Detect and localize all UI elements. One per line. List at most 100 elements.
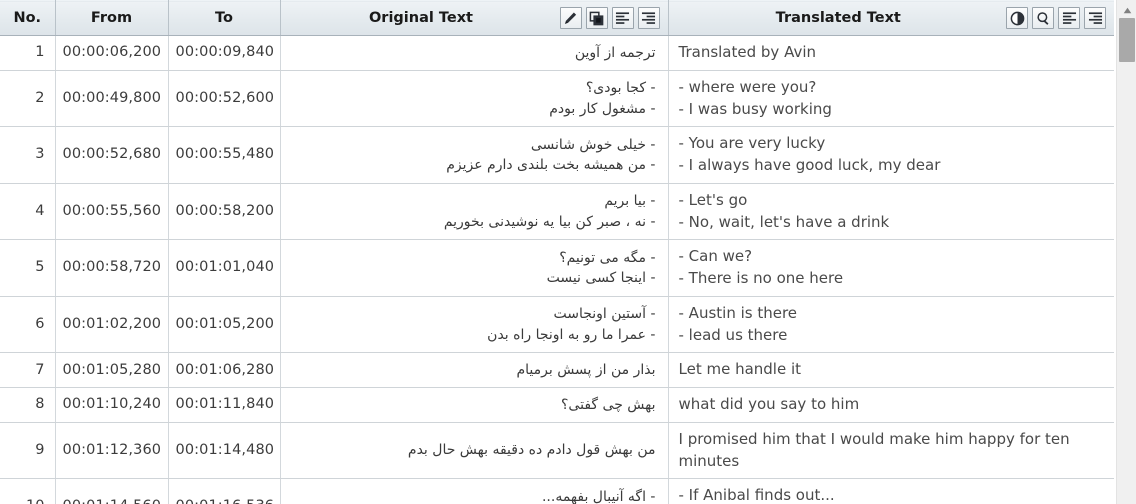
text-line: من بهش قول دادم ده دقیقه بهش حال بدم [407,442,656,459]
scrollbar-thumb[interactable] [1119,18,1135,62]
cell-translated-text[interactable]: - Austin is there - lead us there [668,296,1114,354]
cell-to[interactable]: 00:00:09,840 [168,35,281,71]
text-line: - نه ، صبر کن بیا یه نوشیدنی بخوریم [443,213,656,230]
cell-translated-text[interactable]: Let me handle it [668,352,1114,388]
cell-no[interactable]: 9 [0,422,56,480]
cell-no[interactable]: 6 [0,296,56,354]
cell-to[interactable]: 00:00:52,600 [168,70,281,128]
vertical-scrollbar[interactable] [1116,0,1136,504]
text-line: - Let's go [678,190,748,209]
cell-translated-text[interactable]: - Can we? - There is no one here [668,239,1114,297]
subtitle-table-container: No. From To Original Text Translated Tex… [0,0,1116,504]
cell-original-text[interactable]: - آستین اونجاست - عمرا ما رو به اونجا راه… [280,296,669,354]
table-row[interactable]: 2 00:00:49,800 00:00:52,600 - کجا بودی؟ - مش… [0,70,1114,128]
cell-translated-text[interactable]: Translated by Avin [668,35,1114,71]
table-row[interactable]: 3 00:00:52,680 00:00:55,480- خیلی خوش شانس… [0,126,1114,184]
table-row[interactable]: 4 00:00:55,560 00:00:58,200 - بیا بریم - نه … [0,183,1114,241]
cell-original-text[interactable]: - خیلی خوش شانسی - من همیشه بخت بلندی دار… [280,126,669,184]
cell-original-text[interactable]: ترجمه از آوین [280,35,669,71]
table-header: No. From To Original Text Translated Tex… [0,0,1114,36]
cell-from[interactable]: 00:00:49,800 [55,70,169,128]
cell-no[interactable]: 1 [0,35,56,71]
cell-original-text[interactable]: بهش چی گفتی؟ [280,387,669,423]
table-row[interactable]: 1 00:00:06,200 00:00:09,840 ترجمه از آوین Tr… [0,35,1114,71]
translated-text-toolbar [1006,7,1106,29]
nested-squares-icon [589,11,604,26]
cell-translated-text[interactable]: - Let's go - No, wait, let's have a drink [668,183,1114,241]
column-header-original-text-label: Original Text [368,10,473,26]
header-row: No. From To Original Text Translated Tex… [0,0,1114,36]
table-row[interactable]: 7 00:01:05,280 00:01:06,280 بذار من از پسش … [0,352,1114,388]
text-line: what did you say to him [678,395,860,413]
cell-original-text[interactable]: - بیا بریم - نه ، صبر کن بیا یه نوشیدنی ب… [280,183,669,241]
table-row[interactable]: 5 00:00:58,720 00:01:01,040- مگه می تونیم؟… [0,239,1114,297]
text-line: Translated by Avin [678,43,817,61]
cell-from[interactable]: 00:01:05,280 [55,352,169,388]
table-row[interactable]: 9 00:01:12,360 00:01:14,480 من بهش قول دادم… [0,422,1114,480]
cell-to[interactable]: 00:00:58,200 [168,183,281,241]
cell-to[interactable]: 00:01:05,200 [168,296,281,354]
cell-from[interactable]: 00:00:58,720 [55,239,169,297]
cell-to[interactable]: 00:01:01,040 [168,239,281,297]
scrollbar-up-button[interactable] [1117,0,1136,17]
cell-original-text[interactable]: من بهش قول دادم ده دقیقه بهش حال بدم [280,422,669,480]
table-row[interactable]: 6 00:01:02,200 00:01:05,200- آستین اونجاست… [0,296,1114,354]
cell-from[interactable]: 00:00:06,200 [55,35,169,71]
cell-from[interactable]: 00:01:02,200 [55,296,169,354]
cell-translated-text[interactable]: - You are very lucky - I always have good… [668,126,1114,184]
column-header-from[interactable]: From [55,0,169,36]
cell-no[interactable]: 8 [0,387,56,423]
cell-to[interactable]: 00:01:11,840 [168,387,281,423]
edit-original-button[interactable] [559,7,582,29]
column-header-to[interactable]: To [168,0,281,36]
text-line: - من همیشه بخت بلندی دارم عزیزم [446,157,656,173]
cell-no[interactable]: 4 [0,183,56,241]
cell-from[interactable]: 00:00:52,680 [55,126,169,184]
table-row[interactable]: 1000:01:14,56000:01:16,536- اگه آنیبال ب… [0,478,1114,504]
cell-from[interactable]: 00:00:55,560 [55,183,169,241]
text-line: - خیلی خوش شانسی [530,136,656,153]
cell-no[interactable]: 7 [0,352,56,388]
column-header-translated-text[interactable]: Translated Text [668,0,1114,36]
text-line: - lead us there [678,325,788,344]
cell-from[interactable]: 00:01:14,560 [55,478,169,504]
cell-original-text[interactable]: - مگه می تونیم؟ - اینجا کسی نیست [280,239,669,297]
contrast-translated-button[interactable] [1006,7,1028,29]
align-left-original-button[interactable] [611,7,634,29]
search-icon [1036,11,1051,26]
text-line: - There is no one here [678,269,844,287]
cell-original-text[interactable]: - اگه آنیبال بفهمه...- گور باباش [280,478,669,504]
search-translated-button[interactable] [1032,7,1054,29]
align-right-original-button[interactable] [637,7,660,29]
cell-from[interactable]: 00:01:12,360 [55,422,169,480]
cell-translated-text[interactable]: I promised him that I would make him hap… [668,422,1114,480]
cell-no[interactable]: 5 [0,239,56,297]
cell-translated-text[interactable]: - where were you? - I was busy working [668,70,1114,128]
cell-to[interactable]: 00:01:06,280 [168,352,281,388]
align-left-translated-button[interactable] [1058,7,1080,29]
cell-no[interactable]: 10 [0,478,56,504]
column-header-no[interactable]: No. [0,0,56,36]
cell-original-text[interactable]: بذار من از پسش برمیام [280,352,669,388]
table-row[interactable]: 8 00:01:10,240 00:01:11,840 بهش چی گفتی؟ wha… [0,387,1114,423]
merge-original-button[interactable] [585,7,608,29]
cell-no[interactable]: 2 [0,70,56,128]
text-line: - آستین اونجاست [553,306,656,323]
cell-translated-text[interactable]: what did you say to him [668,387,1114,423]
text-line: - مشغول کار بودم [549,100,656,117]
text-line: - مگه می تونیم؟ [559,249,656,266]
cell-to[interactable]: 00:01:16,536 [168,478,281,504]
align-right-translated-button[interactable] [1084,7,1106,29]
align-left-icon [615,11,630,25]
cell-to[interactable]: 00:01:14,480 [168,422,281,480]
triangle-up-icon [1123,0,1132,18]
text-line: - No, wait, let's have a drink [678,212,890,231]
cell-original-text[interactable]: - کجا بودی؟ - مشغول کار بودم [280,70,669,128]
column-header-original-text[interactable]: Original Text [280,0,669,36]
cell-from[interactable]: 00:01:10,240 [55,387,169,423]
cell-to[interactable]: 00:00:55,480 [168,126,281,184]
original-text-toolbar [559,7,660,29]
cell-no[interactable]: 3 [0,126,56,184]
cell-translated-text[interactable]: - If Anibal finds out...- Bury your fath… [668,478,1114,504]
text-line: - I always have good luck, my dear [678,156,941,174]
